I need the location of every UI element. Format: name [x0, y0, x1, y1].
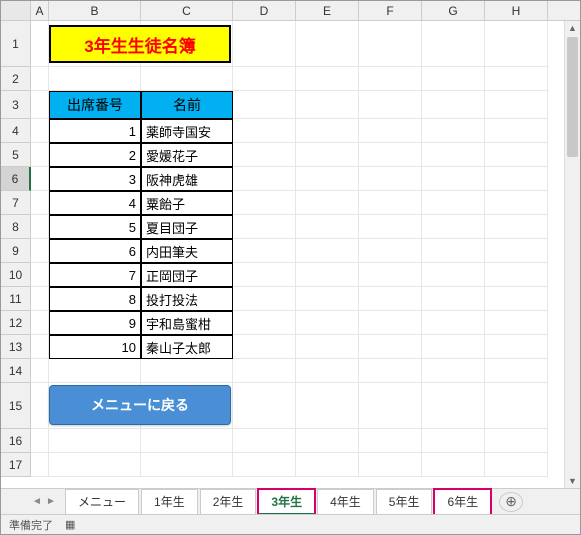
table-header-num: 出席番号: [49, 91, 141, 119]
table-header-name: 名前: [141, 91, 233, 119]
table-cell-name[interactable]: 粟飴子: [141, 191, 233, 215]
table-cell-num[interactable]: 8: [49, 287, 141, 311]
scroll-down-icon[interactable]: ▼: [565, 474, 580, 488]
table-cell-name[interactable]: 宇和島蜜柑: [141, 311, 233, 335]
cells-area[interactable]: 3年生生徒名簿出席番号名前1薬師寺国安2愛媛花子3阪神虎雄4粟飴子5夏目団子6内…: [31, 21, 580, 477]
scroll-thumb[interactable]: [567, 37, 578, 157]
table-cell-name[interactable]: 愛媛花子: [141, 143, 233, 167]
table-cell-num[interactable]: 2: [49, 143, 141, 167]
row-header[interactable]: 5: [1, 143, 31, 167]
row-header[interactable]: 15: [1, 383, 31, 429]
row-header[interactable]: 17: [1, 453, 31, 477]
table-cell-name[interactable]: 投打投法: [141, 287, 233, 311]
row-header[interactable]: 6: [1, 167, 31, 191]
page-title: 3年生生徒名簿: [49, 25, 231, 63]
scroll-up-icon[interactable]: ▲: [565, 21, 580, 35]
row-header[interactable]: 14: [1, 359, 31, 383]
row-header[interactable]: 8: [1, 215, 31, 239]
sheet-tab[interactable]: 6年生: [434, 489, 491, 515]
col-header-E[interactable]: E: [296, 1, 359, 20]
col-header-F[interactable]: F: [359, 1, 422, 20]
table-cell-name[interactable]: 夏目団子: [141, 215, 233, 239]
row-header[interactable]: 12: [1, 311, 31, 335]
record-macro-icon[interactable]: ▦: [65, 518, 75, 531]
row-header[interactable]: 13: [1, 335, 31, 359]
row-header[interactable]: 4: [1, 119, 31, 143]
tab-next-icon[interactable]: ►: [45, 495, 57, 509]
add-sheet-button[interactable]: ⊕: [499, 492, 523, 512]
sheet-tab[interactable]: 3年生: [258, 489, 315, 515]
table-cell-num[interactable]: 4: [49, 191, 141, 215]
table-cell-num[interactable]: 3: [49, 167, 141, 191]
row-header[interactable]: 16: [1, 429, 31, 453]
row-header[interactable]: 2: [1, 67, 31, 91]
tab-nav[interactable]: ◄ ►: [31, 495, 57, 509]
sheet-tab[interactable]: 2年生: [200, 489, 257, 515]
row-header[interactable]: 9: [1, 239, 31, 263]
table-cell-name[interactable]: 正岡団子: [141, 263, 233, 287]
row-header[interactable]: 3: [1, 91, 31, 119]
sheet-tab[interactable]: 4年生: [317, 489, 374, 515]
column-headers: ABCDEFGH: [1, 1, 580, 21]
table-cell-name[interactable]: 薬師寺国安: [141, 119, 233, 143]
sheet-tab[interactable]: メニュー: [65, 489, 139, 515]
table-cell-num[interactable]: 9: [49, 311, 141, 335]
status-bar: 準備完了 ▦: [1, 514, 580, 534]
col-header-G[interactable]: G: [422, 1, 485, 20]
select-all-corner[interactable]: [1, 1, 31, 20]
table-cell-name[interactable]: 内田筆夫: [141, 239, 233, 263]
status-ready: 準備完了: [9, 517, 53, 533]
col-header-H[interactable]: H: [485, 1, 548, 20]
table-cell-num[interactable]: 10: [49, 335, 141, 359]
sheet-tab[interactable]: 5年生: [376, 489, 433, 515]
col-header-D[interactable]: D: [233, 1, 296, 20]
row-header[interactable]: 1: [1, 21, 31, 67]
row-headers: 1234567891011121314151617: [1, 21, 31, 477]
row-header[interactable]: 11: [1, 287, 31, 311]
return-menu-button[interactable]: メニューに戻る: [49, 385, 231, 425]
table-cell-num[interactable]: 6: [49, 239, 141, 263]
sheet-tab-bar: ◄ ► メニュー1年生2年生3年生4年生5年生6年生 ⊕: [1, 488, 580, 514]
row-header[interactable]: 10: [1, 263, 31, 287]
table-cell-name[interactable]: 秦山子太郎: [141, 335, 233, 359]
table-cell-num[interactable]: 1: [49, 119, 141, 143]
col-header-B[interactable]: B: [49, 1, 141, 20]
vertical-scrollbar[interactable]: ▲ ▼: [564, 21, 580, 488]
tab-prev-icon[interactable]: ◄: [31, 495, 43, 509]
table-cell-num[interactable]: 5: [49, 215, 141, 239]
sheet-tab[interactable]: 1年生: [141, 489, 198, 515]
col-header-C[interactable]: C: [141, 1, 233, 20]
col-header-A[interactable]: A: [31, 1, 49, 20]
table-cell-name[interactable]: 阪神虎雄: [141, 167, 233, 191]
row-header[interactable]: 7: [1, 191, 31, 215]
table-cell-num[interactable]: 7: [49, 263, 141, 287]
